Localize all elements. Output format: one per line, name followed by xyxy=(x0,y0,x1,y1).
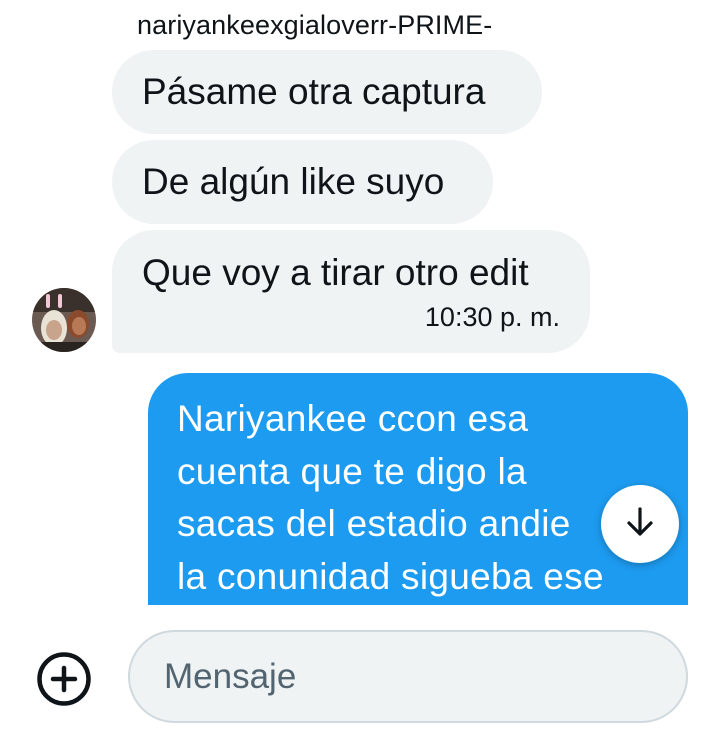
outgoing-message[interactable]: Nariyankee ccon esa cuenta que te digo l… xyxy=(148,373,688,605)
message-composer[interactable] xyxy=(128,630,688,723)
message-text-line: la conunidad sigueba ese xyxy=(177,555,604,597)
message-text-line: cuenta que te digo la xyxy=(177,450,527,492)
incoming-message[interactable]: De algún like suyo xyxy=(112,140,493,224)
arrow-down-icon xyxy=(623,505,657,544)
sender-name: nariyankeexgialoverr-PRIME- xyxy=(137,10,493,40)
message-timestamp: 10:30 p. m. xyxy=(424,302,560,332)
message-text: Pásame otra captura xyxy=(142,71,486,112)
message-text-line: sacas del estadio andie xyxy=(177,503,571,544)
avatar[interactable] xyxy=(32,288,96,352)
message-text: De algún like suyo xyxy=(142,161,445,202)
incoming-message[interactable]: Pásame otra captura xyxy=(112,50,542,134)
add-attachment-button[interactable] xyxy=(36,651,92,712)
incoming-message[interactable]: Que voy a tirar otro edit 10:30 p. m. xyxy=(112,230,590,353)
message-text: Que voy a tirar otro edit xyxy=(142,252,529,293)
scroll-to-bottom-button[interactable] xyxy=(601,485,679,563)
plus-circle-icon xyxy=(36,651,92,712)
message-text-line: Nariyankee ccon esa xyxy=(177,398,529,439)
message-input[interactable] xyxy=(162,655,686,698)
